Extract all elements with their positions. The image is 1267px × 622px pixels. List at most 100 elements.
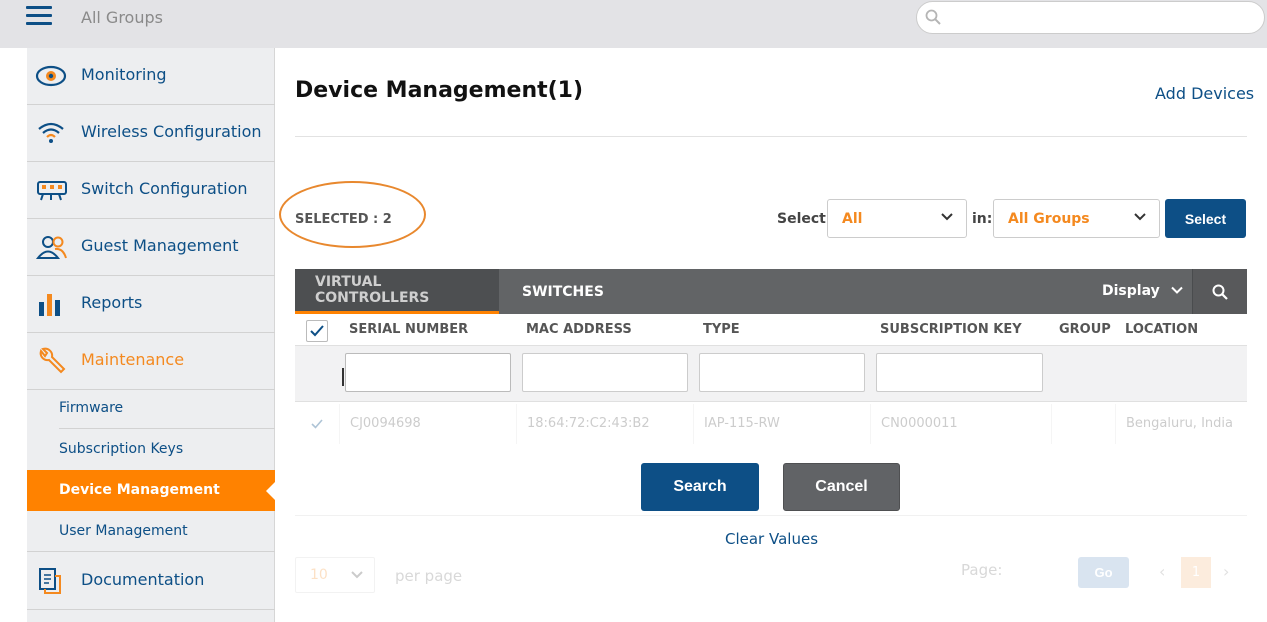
- table-row[interactable]: CJ0094698 18:64:72:C2:43:B2 IAP-115-RW C…: [295, 402, 1247, 446]
- checkmark-icon: [311, 419, 323, 429]
- sidebar-item-label: Maintenance: [81, 350, 185, 369]
- tab-switches[interactable]: SWITCHES: [522, 269, 604, 314]
- clear-values-link[interactable]: Clear Values: [725, 530, 818, 548]
- cell-divider: [339, 404, 340, 444]
- search-icon: [925, 9, 941, 25]
- sidebar-item-switch[interactable]: Switch Configuration: [27, 162, 275, 219]
- cell-divider: [693, 404, 694, 444]
- search-button[interactable]: Search: [641, 463, 759, 511]
- sidebar-item-maintenance[interactable]: Maintenance: [27, 333, 275, 390]
- cell-mac: 18:64:72:C2:43:B2: [527, 416, 650, 431]
- group-title[interactable]: All Groups: [81, 8, 163, 27]
- column-header-group[interactable]: GROUP: [1059, 322, 1111, 337]
- sidebar-item-reports[interactable]: Reports: [27, 276, 275, 333]
- sidebar-item-monitoring[interactable]: Monitoring: [27, 48, 275, 105]
- selected-count: SELECTED : 2: [295, 212, 392, 227]
- sidebar-subitem-user-management[interactable]: User Management: [27, 511, 275, 552]
- sidebar-item-label: Documentation: [81, 570, 205, 589]
- table-search-button[interactable]: [1192, 269, 1247, 314]
- sidebar-item-label: Wireless Configuration: [81, 122, 262, 141]
- cell-divider: [1115, 404, 1116, 444]
- mac-filter-input[interactable]: [522, 353, 688, 392]
- sidebar: Monitoring Wireless Configuration Switch…: [27, 48, 275, 622]
- sidebar-subitem-label: Subscription Keys: [59, 441, 184, 457]
- sidebar-subitem-label: Device Management: [59, 482, 220, 498]
- global-search[interactable]: [916, 1, 1265, 34]
- divider: [295, 515, 1247, 516]
- column-header-serial[interactable]: SERIAL NUMBER: [349, 322, 468, 337]
- wifi-icon: [38, 122, 64, 143]
- prev-page-icon[interactable]: ‹: [1159, 562, 1165, 581]
- sidebar-subitem-label: User Management: [59, 523, 188, 539]
- cell-divider: [870, 404, 871, 444]
- page-label: Page:: [961, 561, 1003, 579]
- next-page-icon[interactable]: ›: [1223, 562, 1229, 581]
- tab-bar: VIRTUAL CONTROLLERS SWITCHES Display: [295, 269, 1247, 314]
- column-header-location[interactable]: LOCATION: [1125, 322, 1198, 337]
- type-filter-input[interactable]: [699, 353, 865, 392]
- page-title: Device Management(1): [295, 78, 584, 103]
- search-input[interactable]: [947, 7, 1247, 29]
- chevron-down-icon: [941, 213, 953, 221]
- sidebar-item-label: Reports: [81, 293, 143, 312]
- sidebar-subitem-device-management[interactable]: Device Management: [27, 470, 275, 511]
- column-header-subscription-key[interactable]: SUBSCRIPTION KEY: [880, 322, 1022, 337]
- column-header-type[interactable]: TYPE: [703, 322, 740, 337]
- cell-location: Bengaluru, India: [1126, 416, 1233, 431]
- wrench-icon: [39, 347, 66, 374]
- sidebar-item-wireless[interactable]: Wireless Configuration: [27, 105, 275, 162]
- text-cursor: [342, 368, 344, 386]
- menu-icon[interactable]: [26, 6, 52, 28]
- cell-type: IAP-115-RW: [704, 416, 780, 431]
- document-icon: [39, 568, 61, 594]
- select-filter-dropdown[interactable]: All: [827, 199, 967, 238]
- sidebar-item-guest[interactable]: Guest Management: [27, 219, 275, 276]
- top-bar: All Groups: [0, 0, 1267, 48]
- tab-virtual-controllers[interactable]: VIRTUAL CONTROLLERS: [295, 269, 499, 314]
- sidebar-item-label: Guest Management: [81, 236, 239, 255]
- group-dropdown[interactable]: All Groups: [993, 199, 1160, 238]
- cell-divider: [1051, 404, 1052, 444]
- sidebar-item-label: Switch Configuration: [81, 179, 248, 198]
- in-label: in:: [972, 211, 993, 227]
- column-header-mac[interactable]: MAC ADDRESS: [526, 322, 632, 337]
- subscription-key-filter-input[interactable]: [876, 353, 1043, 392]
- eye-icon: [35, 65, 67, 87]
- per-page-label: per page: [395, 567, 463, 585]
- chevron-down-icon: [1170, 286, 1183, 294]
- per-page-select[interactable]: 10: [295, 557, 375, 593]
- cancel-button[interactable]: Cancel: [783, 463, 900, 511]
- chevron-down-icon: [1134, 213, 1146, 221]
- table-header: SERIAL NUMBER MAC ADDRESS TYPE SUBSCRIPT…: [295, 314, 1247, 346]
- bar-chart-icon: [39, 294, 60, 316]
- select-filter-value: All: [842, 211, 863, 227]
- per-page-value: 10: [310, 567, 328, 583]
- sidebar-item-label: Monitoring: [81, 65, 167, 84]
- checkmark-icon: [310, 325, 324, 337]
- sidebar-subitem-subscription-keys[interactable]: Subscription Keys: [27, 429, 275, 470]
- group-dropdown-value: All Groups: [1008, 211, 1090, 227]
- display-label: Display: [1102, 283, 1160, 299]
- chevron-down-icon: [351, 571, 363, 579]
- search-icon: [1212, 284, 1228, 300]
- divider: [295, 136, 1247, 137]
- go-button[interactable]: Go: [1078, 557, 1129, 588]
- select-button[interactable]: Select: [1165, 199, 1246, 238]
- serial-filter-input[interactable]: [345, 353, 511, 392]
- sidebar-item-documentation[interactable]: Documentation: [27, 553, 275, 610]
- cell-serial: CJ0094698: [350, 416, 421, 431]
- cell-subscription-key: CN0000011: [881, 416, 958, 431]
- main-content: Device Management(1) Add Devices SELECTE…: [275, 48, 1267, 622]
- sidebar-subitem-firmware[interactable]: Firmware: [27, 388, 275, 429]
- add-devices-link[interactable]: Add Devices: [1155, 84, 1254, 103]
- cell-divider: [516, 404, 517, 444]
- current-page-button[interactable]: 1: [1181, 557, 1211, 588]
- select-all-checkbox[interactable]: [306, 320, 328, 342]
- select-label: Select:: [777, 211, 832, 227]
- switch-icon: [37, 181, 67, 201]
- sidebar-subitem-label: Firmware: [59, 400, 124, 416]
- display-dropdown[interactable]: Display: [1102, 283, 1183, 299]
- filter-row: [295, 346, 1247, 402]
- pagination-footer: 10 per page Page: Go ‹ 1 ›: [295, 553, 1247, 603]
- users-icon: [35, 236, 67, 259]
